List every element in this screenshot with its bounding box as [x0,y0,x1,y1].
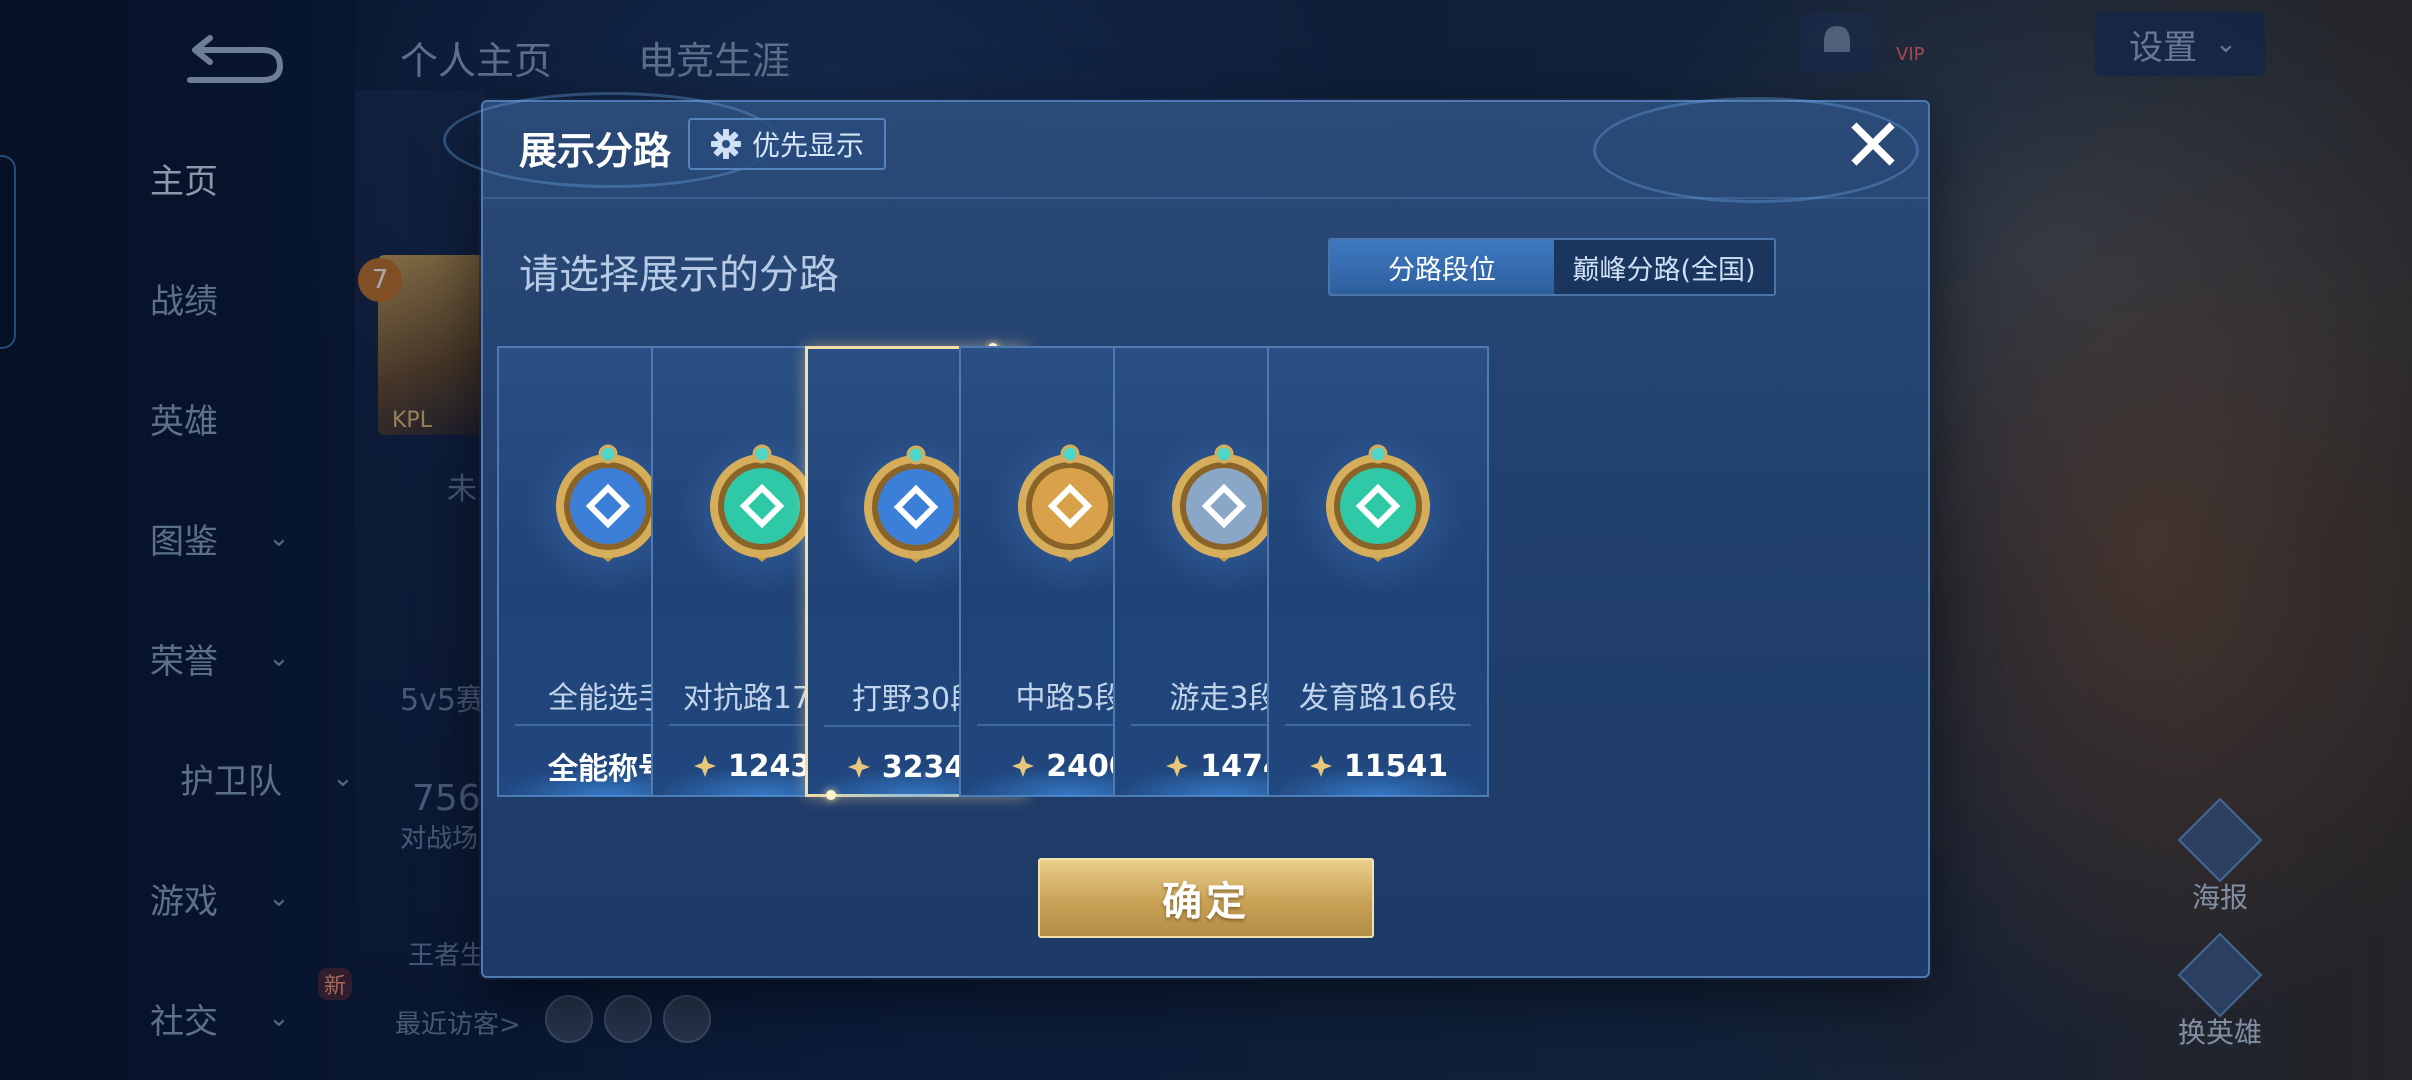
rank-type-toggle: 分路段位 巅峰分路(全国) [1328,238,1776,296]
gear-icon [710,129,741,159]
confirm-button[interactable]: 确定 [1038,858,1374,938]
modal-title: 展示分路 [519,129,672,173]
lane-score-value: 全能称号 [548,752,668,787]
tab-peak-lane-national[interactable]: 巅峰分路(全国) [1554,240,1774,294]
sparkle-decoration [826,790,836,800]
lane-name: 发育路16段 [1298,681,1458,716]
lane-display-modal: 展示分路 优先显示 ✕ 请选择展示的分路 分路段位 巅峰分路(全国) 全能选手全… [443,92,1930,978]
tab-lane-rank[interactable]: 分路段位 [1330,240,1554,294]
lane-score: 11541 [1269,736,1487,796]
priority-display-button[interactable]: 优先显示 [688,118,886,170]
lane-card[interactable]: 发育路16段 11541 [1267,346,1489,797]
points-icon [1012,755,1035,777]
points-icon [847,756,870,778]
divider [1285,724,1471,726]
priority-display-label: 优先显示 [751,129,864,162]
farm-lane-emblem-icon [1326,444,1430,562]
points-icon [1309,755,1332,777]
points-icon [1166,755,1189,777]
points-icon [693,755,716,777]
lane-score-value: 11541 [1343,748,1449,784]
close-icon[interactable]: ✕ [1838,109,1908,184]
select-lane-prompt: 请选择展示的分路 [519,252,839,298]
